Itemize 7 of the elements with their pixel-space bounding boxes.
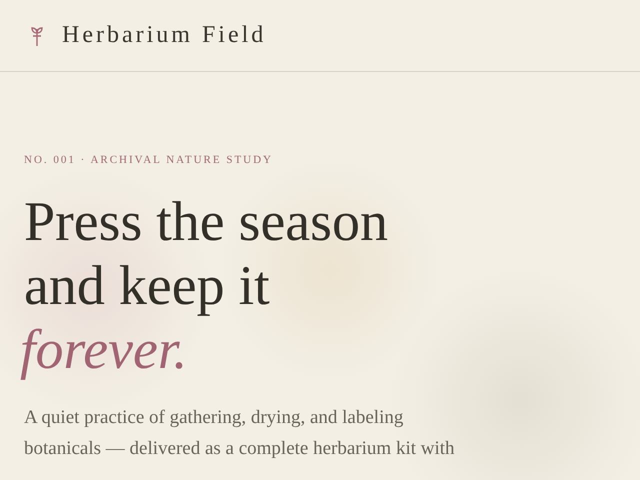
headline-line: forever. [20,318,188,382]
eyebrow-label: NO. 001 · ARCHIVAL NATURE STUDY [24,154,274,166]
lead-paragraph: A quiet practice of gathering, drying, and labeling botanicals — delivered as a complete herbarium kit with [24,406,456,461]
sprout-icon [30,24,44,46]
brand-name[interactable]: Herbarium Field [62,22,266,49]
headline-line: Press the season [24,190,388,254]
headline-line: and keep it [24,254,270,318]
